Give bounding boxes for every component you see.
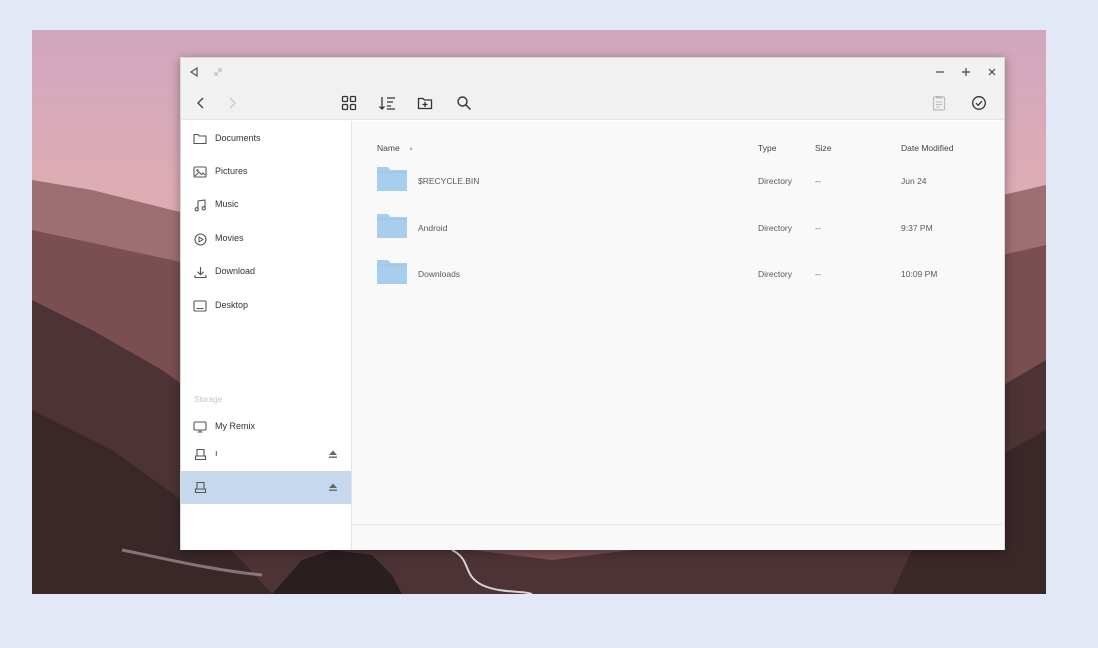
file-list-pane: Name ▲ Type Size Date Modified $RECYCLE.… — [352, 121, 1004, 550]
sidebar-item-music[interactable]: Music — [181, 189, 351, 222]
maximize-icon[interactable] — [959, 65, 973, 79]
column-header-date[interactable]: Date Modified — [901, 143, 953, 153]
chevron-right-icon[interactable] — [221, 92, 243, 114]
sidebar-item-label: Music — [215, 199, 239, 209]
image-icon — [193, 165, 207, 179]
sidebar-item-documents[interactable]: Documents — [181, 123, 351, 156]
file-date: 10:09 PM — [901, 269, 938, 279]
file-type: Directory — [758, 269, 793, 279]
sidebar-item-label: Desktop — [215, 300, 249, 310]
file-name: Downloads — [418, 269, 461, 279]
eject-icon[interactable] — [327, 448, 339, 460]
sidebar-item-label: Download — [215, 266, 256, 276]
new-folder-icon[interactable] — [414, 92, 436, 114]
sort-arrow-icon: ▲ — [408, 146, 415, 152]
file-row[interactable]: Android Directory -- 9:37 PM — [352, 212, 1004, 256]
file-size: -- — [815, 223, 821, 233]
sidebar-item-label: Movies — [215, 233, 244, 243]
back-triangle-icon[interactable] — [187, 65, 201, 79]
folder-icon — [193, 132, 207, 146]
sidebar: Documents Pictures Music Movies Download — [181, 121, 352, 550]
file-type: Directory — [758, 176, 793, 186]
close-icon[interactable] — [985, 65, 999, 79]
restore-icon[interactable] — [211, 65, 225, 79]
file-size: -- — [815, 269, 821, 279]
sidebar-item-drive-2[interactable] — [181, 471, 351, 504]
minimize-icon[interactable] — [933, 65, 947, 79]
toolbar — [181, 86, 1004, 120]
drive-icon — [193, 447, 207, 461]
file-name: Android — [418, 223, 448, 233]
sort-icon[interactable] — [376, 92, 398, 114]
sidebar-item-label: Pictures — [215, 166, 248, 176]
grid-view-icon[interactable] — [338, 92, 360, 114]
sidebar-item-desktop[interactable]: Desktop — [181, 290, 351, 323]
column-header-size[interactable]: Size — [815, 143, 832, 153]
chevron-left-icon[interactable] — [190, 92, 212, 114]
music-note-icon — [193, 198, 207, 212]
file-date: Jun 24 — [901, 176, 927, 186]
file-name: $RECYCLE.BIN — [418, 176, 480, 186]
folder-icon — [377, 258, 407, 284]
column-header-name[interactable]: Name ▲ — [377, 143, 414, 153]
sidebar-item-download[interactable]: Download — [181, 256, 351, 289]
file-row[interactable]: Downloads Directory -- 10:09 PM — [352, 258, 1004, 302]
sidebar-item-label: ı — [215, 448, 218, 458]
download-icon — [193, 265, 207, 279]
status-bar-divider — [352, 524, 1002, 525]
sidebar-item-movies[interactable]: Movies — [181, 223, 351, 256]
folder-icon — [377, 212, 407, 238]
folder-icon — [377, 165, 407, 191]
file-row[interactable]: $RECYCLE.BIN Directory -- Jun 24 — [352, 165, 1004, 209]
file-date: 9:37 PM — [901, 223, 933, 233]
file-type: Directory — [758, 223, 793, 233]
play-circle-icon — [193, 232, 207, 246]
title-bar — [181, 58, 1004, 86]
sidebar-item-pictures[interactable]: Pictures — [181, 156, 351, 189]
storage-section-label: Storage — [194, 395, 223, 404]
sidebar-item-drive-1[interactable]: ı — [181, 438, 351, 471]
drive-icon — [193, 480, 207, 494]
eject-icon[interactable] — [327, 481, 339, 493]
sidebar-item-label: Documents — [215, 133, 261, 143]
computer-icon — [193, 420, 207, 434]
clipboard-icon[interactable] — [928, 92, 950, 114]
sidebar-item-label: My Remix — [215, 421, 255, 431]
search-icon[interactable] — [453, 92, 475, 114]
file-manager-window: Documents Pictures Music Movies Download — [180, 57, 1005, 550]
select-check-icon[interactable] — [968, 92, 990, 114]
column-header-type[interactable]: Type — [758, 143, 776, 153]
file-size: -- — [815, 176, 821, 186]
monitor-window-icon — [193, 299, 207, 313]
